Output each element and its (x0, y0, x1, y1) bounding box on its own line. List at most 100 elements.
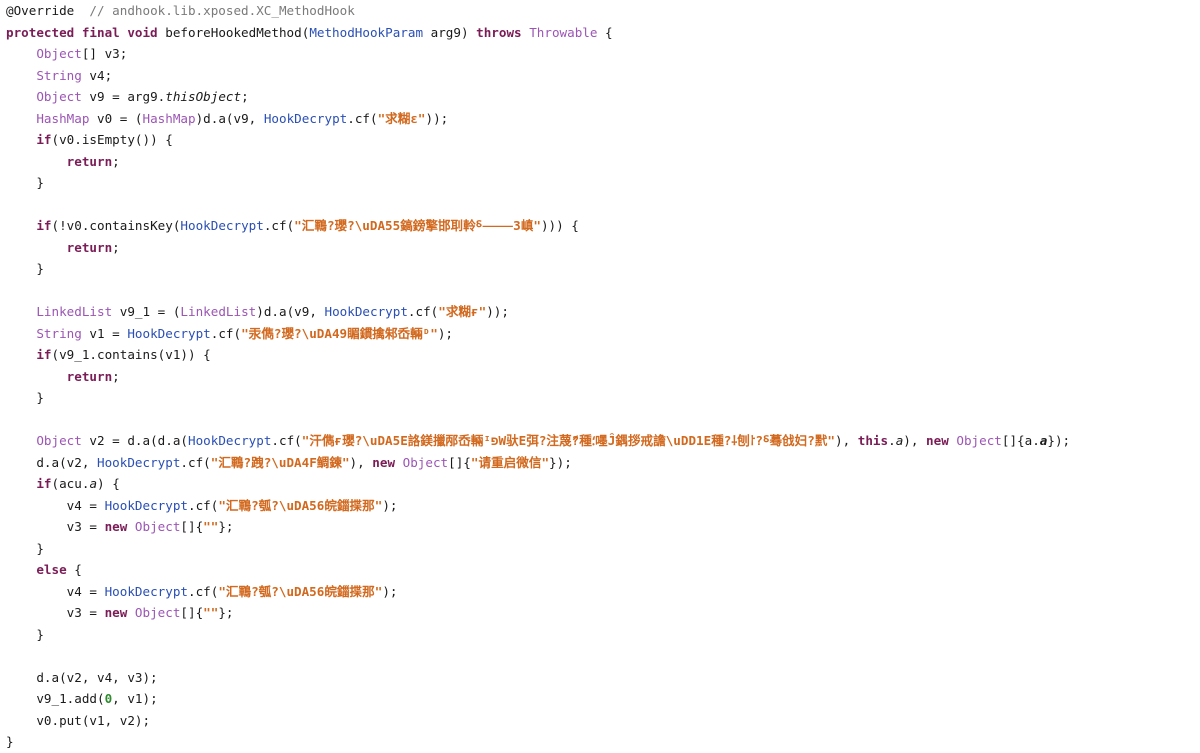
code-line: Object v2 = d.a(d.a(HookDecrypt.cf("汗儁ғ瓔… (6, 430, 1196, 452)
code-token: HashMap (36, 110, 90, 126)
code-token: , v1); (112, 691, 158, 706)
code-line: HashMap v0 = (HashMap)d.a(v9, HookDecryp… (6, 108, 1196, 130)
code-token: ) { (97, 476, 120, 491)
code-line: return; (6, 366, 1196, 388)
code-line: return; (6, 237, 1196, 259)
code-token: "" (203, 519, 219, 534)
code-token: new (372, 454, 396, 470)
code-token: "汗儁ғ瓔?\uDA5E詻鎂擸邴岙輛ᴵפW驮E弭?注蔑́?種⸵嚜Ĵ鍝拶戒譫\uD… (301, 433, 835, 448)
code-token: ); (382, 497, 398, 513)
code-token: HookDecrypt (324, 304, 408, 319)
code-line: LinkedList v9_1 = (LinkedList)d.a(v9, Ho… (6, 301, 1196, 323)
code-token: arg9) (423, 24, 477, 40)
code-token: LinkedList (180, 304, 257, 319)
code-token: }; (218, 519, 234, 534)
code-token: v3 = (6, 519, 105, 534)
code-token: d.a(v2, v4, v3); (6, 669, 158, 685)
code-line: v4 = HookDecrypt.cf("汇鶤?瓠?\uDA56皖鍿揲那"); (6, 581, 1196, 603)
code-token: } (6, 390, 44, 405)
code-line: else { (6, 559, 1196, 581)
code-token: HookDecrypt (127, 325, 211, 341)
code-token: ); (382, 583, 398, 599)
code-token: )); (486, 304, 509, 319)
code-token: LinkedList (36, 304, 113, 319)
code-token: ); (437, 325, 454, 341)
code-token: { (597, 24, 613, 40)
code-line: } (6, 538, 1196, 560)
code-token: ))) { (540, 218, 579, 233)
code-token: protected final void (6, 24, 158, 40)
code-token: .cf( (187, 583, 219, 599)
code-token: Object (36, 89, 82, 104)
code-token: HookDecrypt (104, 583, 188, 599)
code-token: // andhook.lib.xposed.XC_MethodHook (89, 3, 355, 18)
code-token: } (6, 626, 44, 642)
code-line: if(acu.a) { (6, 473, 1196, 495)
code-token: "汇鶤?瓠?\uDA56皖鍿揲那" (218, 583, 383, 599)
code-line: } (6, 731, 1196, 753)
code-token: new (104, 519, 128, 534)
code-token: }); (549, 454, 572, 470)
code-token: .cf( (407, 304, 439, 319)
code-line: String v1 = HookDecrypt.cf("汞儁?瓔?\uDA49睸… (6, 323, 1196, 345)
code-token: .cf( (187, 497, 219, 513)
code-token: v4 = (6, 497, 105, 513)
code-token: (v0.isEmpty()) { (51, 132, 173, 147)
code-line: v4 = HookDecrypt.cf("汇鶤?瓠?\uDA56皖鍿揲那"); (6, 495, 1196, 517)
code-token: .cf( (263, 218, 295, 233)
code-token: d.a(v2, (6, 454, 97, 470)
code-token: )d.a(v9, (256, 304, 325, 319)
code-token: a (89, 476, 98, 491)
code-token: ), (835, 433, 858, 448)
code-token: (v9_1.contains(v1)) { (51, 347, 211, 362)
code-line: if(v9_1.contains(v1)) { (6, 344, 1196, 366)
code-token: HookDecrypt (263, 110, 348, 126)
code-token: v9_1 = ( (112, 304, 181, 319)
code-token: return (66, 239, 113, 255)
code-line: v3 = new Object[]{""}; (6, 516, 1196, 538)
code-line: @Override // andhook.lib.xposed.XC_Metho… (6, 0, 1196, 22)
code-token: "请重启微信" (470, 454, 550, 470)
code-token: ; (112, 239, 120, 255)
code-line: } (6, 387, 1196, 409)
code-line: } (6, 624, 1196, 646)
code-token: Throwable (529, 24, 598, 40)
code-line: Object v9 = arg9.thisObject; (6, 86, 1196, 108)
code-token: v0.put(v1, v2); (6, 712, 151, 728)
code-token: HashMap (142, 110, 196, 126)
code-token: if (36, 132, 52, 147)
code-token: new (926, 433, 949, 448)
code-token: } (6, 261, 44, 276)
code-token: { (66, 562, 82, 577)
code-token: HookDecrypt (104, 497, 188, 513)
code-line: v0.put(v1, v2); (6, 710, 1196, 732)
code-line: v3 = new Object[]{""}; (6, 602, 1196, 624)
code-editor: @Override // andhook.lib.xposed.XC_Metho… (6, 0, 1196, 753)
code-token: v9_1.add( (6, 691, 105, 706)
code-token: Object (134, 605, 181, 620)
code-token: "求糊ғ" (438, 304, 487, 319)
code-token: else (36, 562, 67, 577)
code-token: } (6, 175, 44, 190)
code-token: if (36, 476, 52, 491)
code-token: v1 = (81, 325, 128, 341)
code-line: if(!v0.containsKey(HookDecrypt.cf("汇鶤?瓔?… (6, 215, 1196, 237)
code-token: v4 = (6, 583, 105, 599)
code-token: (acu. (51, 476, 90, 491)
code-token: return (66, 153, 113, 169)
